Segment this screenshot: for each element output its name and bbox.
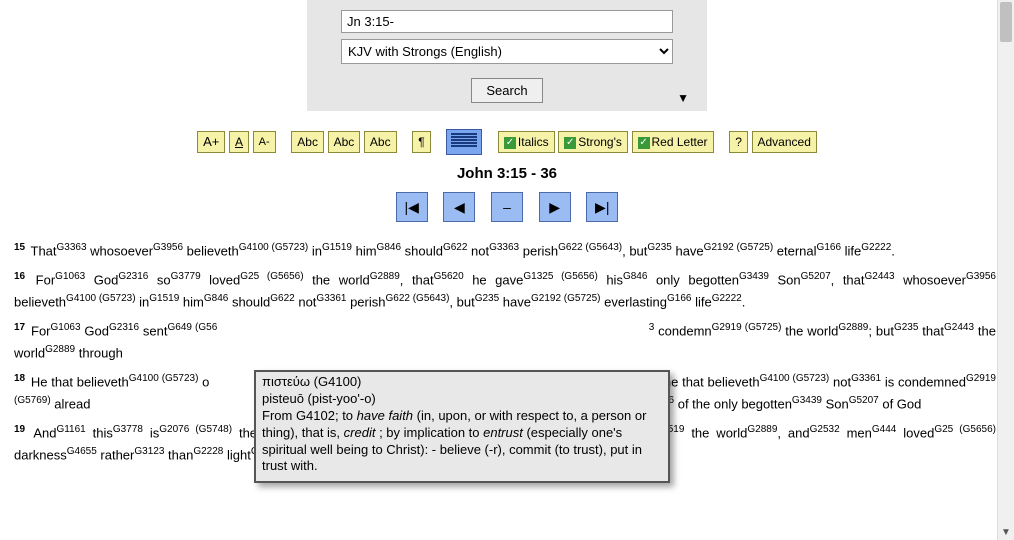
nav-prev-button[interactable]: ◀ <box>443 192 475 222</box>
font-default-button[interactable]: A <box>229 131 249 153</box>
panel-collapse-icon[interactable]: ▼ <box>677 91 689 105</box>
verse-number: 18 <box>14 373 25 384</box>
version-select[interactable]: KJV with Strongs (English) <box>341 39 673 64</box>
verse-number: 17 <box>14 322 25 333</box>
nav-center-button[interactable]: – <box>491 192 523 222</box>
abc-button-1[interactable]: Abc <box>291 131 324 153</box>
scroll-thumb[interactable] <box>1000 2 1012 42</box>
nav-next-button[interactable]: ▶ <box>539 192 571 222</box>
help-button[interactable]: ? <box>729 131 748 153</box>
red-letter-toggle[interactable]: ✓Red Letter <box>632 131 714 153</box>
line-spacing-button[interactable] <box>446 129 482 155</box>
nav-first-button[interactable]: |◀ <box>396 192 428 222</box>
strongs-tooltip: πιστεύω (G4100) pisteuō (pist-yoo'-o) Fr… <box>254 370 670 483</box>
search-input[interactable] <box>341 10 673 33</box>
abc-button-2[interactable]: Abc <box>328 131 361 153</box>
advanced-button[interactable]: Advanced <box>752 131 817 153</box>
scroll-down-icon[interactable]: ▼ <box>998 524 1014 540</box>
tooltip-translit: pisteuō (pist-yoo'-o) <box>262 391 662 408</box>
strongs-toggle[interactable]: ✓Strong's <box>558 131 628 153</box>
verse-16: 16 ForG1063 GodG2316 soG3779 lovedG25 (G… <box>14 269 996 312</box>
verse-15: 15 ThatG3363 whosoeverG3956 believethG41… <box>14 240 996 261</box>
tooltip-greek: πιστεύω (G4100) <box>262 374 662 391</box>
verse-number: 16 <box>14 271 25 282</box>
verse-17: 17 ForG1063 GodG2316 sentG649 (G56 3 con… <box>14 320 996 363</box>
font-increase-button[interactable]: A+ <box>197 131 225 153</box>
verse-number: 15 <box>14 242 25 253</box>
font-decrease-button[interactable]: A- <box>253 131 276 153</box>
search-button[interactable]: Search <box>471 78 542 103</box>
abc-button-3[interactable]: Abc <box>364 131 397 153</box>
nav-row: |◀ ◀ – ▶ ▶| <box>0 192 1014 222</box>
search-panel: KJV with Strongs (English) Search ▼ <box>307 0 707 111</box>
verse-number: 19 <box>14 424 25 435</box>
passage-heading: John 3:15 - 36 <box>0 165 1014 182</box>
nav-last-button[interactable]: ▶| <box>586 192 618 222</box>
tooltip-definition: From G4102; to have faith (in, upon, or … <box>262 408 662 476</box>
italics-toggle[interactable]: ✓Italics <box>498 131 555 153</box>
scrollbar[interactable]: ▼ <box>997 0 1014 540</box>
toolbar: A+ A A- Abc Abc Abc ¶ ✓Italics ✓Strong's… <box>0 129 1014 155</box>
paragraph-button[interactable]: ¶ <box>412 131 430 153</box>
